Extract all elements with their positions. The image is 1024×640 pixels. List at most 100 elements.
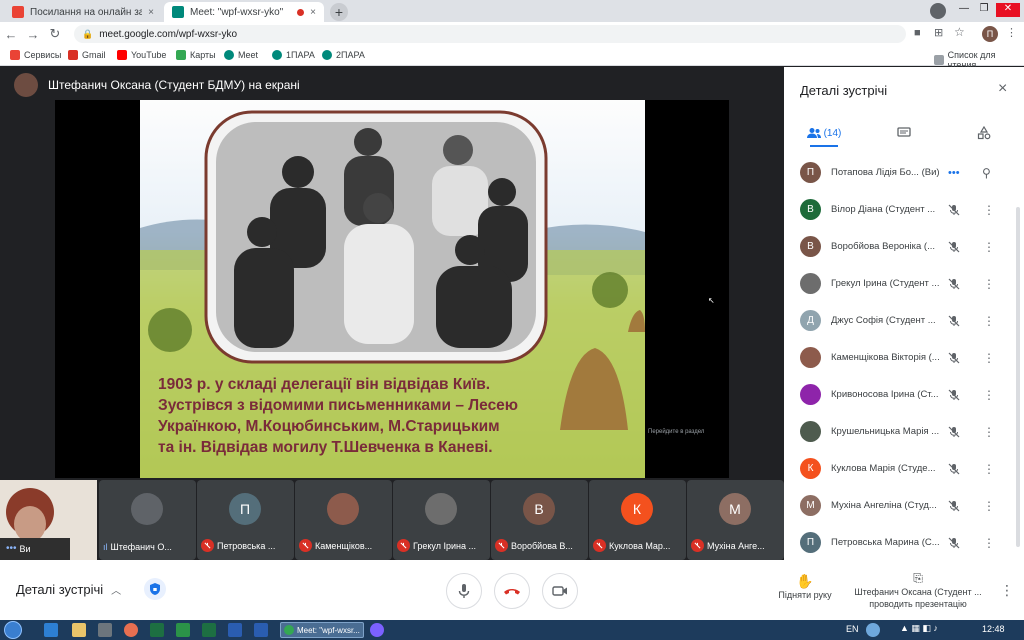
participant-row[interactable]: К Куклова Марія (Студе... ⋮ (784, 450, 1024, 487)
profile-avatar[interactable]: П (982, 26, 998, 42)
bookmark-meet[interactable]: Meet (224, 50, 258, 60)
participant-name: Каменщікова Вікторія (... (831, 352, 940, 363)
participant-row[interactable]: Д Джус Софія (Студент ... ⋮ (784, 302, 1024, 339)
url-text: meet.google.com/wpf-wxsr-yko (99, 28, 238, 40)
tray-icons[interactable]: ▲ ▦ ◧ ♪ (900, 623, 938, 634)
minimize-icon[interactable]: — (956, 3, 972, 17)
people-icon (806, 128, 821, 138)
microphone-button[interactable] (446, 573, 482, 609)
tile-avatar: П (229, 493, 261, 525)
more-options-icon[interactable]: ⋮ (983, 462, 995, 476)
word-icon[interactable] (228, 623, 242, 637)
reload-icon[interactable]: ↻ (44, 26, 66, 42)
more-options-icon[interactable]: ⋮ (983, 536, 995, 550)
start-button-icon[interactable] (4, 621, 22, 639)
gmail-icon (68, 50, 78, 60)
bookmark-services[interactable]: Сервисы (10, 50, 61, 60)
more-options-icon[interactable]: ⋮ (983, 388, 995, 402)
participant-name: Петровська Марина (С... (831, 537, 940, 548)
participant-row[interactable]: П Петровська Марина (С... ⋮ (784, 524, 1024, 561)
participant-avatar: В (800, 199, 821, 220)
word-icon[interactable] (254, 623, 268, 637)
tab-chat[interactable] (869, 119, 939, 147)
excel-icon[interactable] (202, 623, 216, 637)
participant-tile[interactable]: В Воробйова В... (491, 480, 588, 560)
participant-tile[interactable]: М Мухіна Анге... (687, 480, 784, 560)
tab-people[interactable]: (14) (789, 119, 859, 147)
self-tile[interactable]: ••• Ви (0, 480, 97, 560)
gmail-favicon-icon (12, 6, 24, 18)
excel-icon[interactable] (150, 623, 164, 637)
participant-tile[interactable]: К Куклова Мар... (589, 480, 686, 560)
pin-icon[interactable]: ⚲ (982, 166, 991, 180)
browser-tab-bar: Посилання на онлайн заняття 1 × Meet: "w… (0, 0, 1024, 22)
more-options-icon[interactable]: ⋮ (983, 425, 995, 439)
translate-icon[interactable]: ⊞ (934, 26, 943, 39)
security-shield-icon[interactable] (144, 578, 166, 600)
leave-call-button[interactable] (494, 573, 530, 609)
tab-activities[interactable] (949, 119, 1019, 147)
tile-name: Грекул Ірина ... (413, 540, 476, 551)
app-icon[interactable] (176, 623, 190, 637)
participant-name: Вілор Діана (Студент ... (831, 204, 936, 215)
star-icon[interactable]: ☆ (954, 25, 965, 39)
more-options-icon[interactable]: ⋮ (1000, 582, 1014, 599)
firefox-icon[interactable] (124, 623, 138, 637)
tab-close-icon[interactable]: × (148, 7, 154, 18)
tab-meet[interactable]: Meet: "wpf-wxsr-yko" × (164, 2, 324, 22)
clock[interactable]: 12:48 (982, 624, 1005, 634)
participant-tile[interactable]: П Петровська ... (197, 480, 294, 560)
bookmark-1para[interactable]: 1ПАРА (272, 50, 315, 60)
forward-icon[interactable]: → (22, 27, 44, 42)
participant-row[interactable]: М Мухіна Ангеліна (Студ... ⋮ (784, 487, 1024, 524)
close-icon[interactable]: × (998, 80, 1007, 98)
bookmark-gmail[interactable]: Gmail (68, 50, 106, 60)
participant-row[interactable]: В Воробйова Вероніка (... ⋮ (784, 228, 1024, 265)
camera-indicator-icon[interactable]: ■ (914, 27, 921, 39)
taskbar-chrome-window[interactable]: Meet: "wpf-wxsr... (280, 622, 364, 638)
participant-tile[interactable]: Каменщіков... (295, 480, 392, 560)
media-icon[interactable] (98, 623, 112, 637)
meet-icon (272, 50, 282, 60)
tile-avatar: М (719, 493, 751, 525)
back-icon[interactable]: ← (0, 27, 22, 42)
present-now-button[interactable]: ⎘ Штефанич Оксана (Студент ... проводить… (850, 570, 986, 610)
camera-button[interactable] (542, 573, 578, 609)
viber-icon[interactable] (370, 623, 384, 637)
participant-row[interactable]: В Вілор Діана (Студент ... ⋮ (784, 191, 1024, 228)
restore-icon[interactable]: ❐ (976, 3, 992, 17)
bookmark-maps[interactable]: Карты (176, 50, 216, 60)
profile-menu-icon[interactable] (930, 3, 946, 19)
raise-hand-button[interactable]: ✋ Підняти руку (772, 572, 838, 600)
tab-links[interactable]: Посилання на онлайн заняття 1 × (4, 2, 162, 22)
new-tab-button[interactable]: + (330, 3, 348, 21)
people-count: (14) (823, 127, 842, 139)
bookmark-2para[interactable]: 2ПАРА (322, 50, 365, 60)
close-window-icon[interactable]: ✕ (996, 3, 1020, 17)
participant-row[interactable]: Каменщікова Вікторія (... ⋮ (784, 339, 1024, 376)
bookmark-youtube[interactable]: YouTube (117, 50, 166, 60)
browser-menu-icon[interactable]: ⋮ (1006, 26, 1017, 39)
participant-tile[interactable]: ıl Штефанич О... (99, 480, 196, 560)
more-options-icon[interactable]: ⋮ (983, 499, 995, 513)
language-indicator[interactable]: EN (846, 624, 859, 634)
panel-scrollbar[interactable] (1016, 207, 1020, 547)
meeting-details-toggle[interactable]: Деталі зустрічі ︿ (16, 582, 121, 597)
participant-avatar: В (800, 236, 821, 257)
more-options-icon[interactable]: ⋮ (983, 277, 995, 291)
more-options-icon[interactable]: ⋮ (983, 240, 995, 254)
explorer-icon[interactable] (72, 623, 86, 637)
ie-icon[interactable] (44, 623, 58, 637)
help-icon[interactable] (866, 623, 880, 637)
participant-row[interactable]: П Потапова Лідія Бо... (Ви) ••• ⚲ (784, 154, 1024, 191)
omnibox[interactable]: 🔒 meet.google.com/wpf-wxsr-yko (74, 25, 906, 43)
participant-tile[interactable]: Грекул Ірина ... (393, 480, 490, 560)
participant-row[interactable]: Кривоносова Ірина (Ст... ⋮ (784, 376, 1024, 413)
more-options-icon[interactable]: ⋮ (983, 314, 995, 328)
more-options-icon[interactable]: ⋮ (983, 203, 995, 217)
participant-row[interactable]: Крушельницька Марія ... ⋮ (784, 413, 1024, 450)
tab-close-icon[interactable]: × (310, 7, 316, 18)
meeting-details-panel: Деталі зустрічі × (14) П Потапова Лідія … (784, 67, 1024, 560)
more-options-icon[interactable]: ⋮ (983, 351, 995, 365)
participant-row[interactable]: Грекул Ірина (Студент ... ⋮ (784, 265, 1024, 302)
